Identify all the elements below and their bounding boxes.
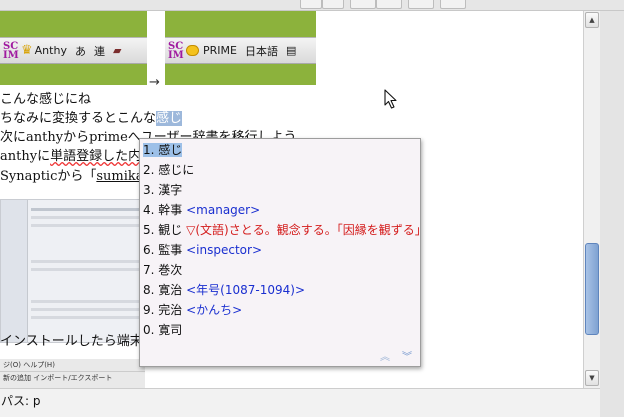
preedit-highlight: 感じ: [156, 111, 183, 126]
line-text: anthyに: [0, 149, 51, 164]
candidate-number: 3.: [143, 183, 155, 197]
candidate-word: 漢字: [158, 183, 183, 197]
candidate-annotation: ▽(文語)さとる。観念する。「因縁を観ずる」: [186, 223, 427, 237]
candidate-number: 9.: [143, 303, 155, 317]
line-text: Synapticから「: [0, 169, 97, 184]
input-method-label: PRIME: [203, 44, 237, 57]
prime-panel-screenshot: SC IM PRIME 日本語 ▤: [165, 11, 316, 85]
candidate-number: 2.: [143, 163, 155, 177]
candidate-word: 感じ: [158, 143, 183, 157]
candidate-item[interactable]: 9. 完治 <かんち>: [143, 301, 242, 320]
anthy-panel-screenshot: SC IM ♛ Anthy あ 連 ▰: [0, 11, 147, 85]
candidate-word: 寛司: [158, 323, 183, 337]
arrow-label: →: [149, 75, 160, 90]
line-text: こんな感じにね: [0, 92, 92, 107]
prev-page-icon[interactable]: ︽: [380, 348, 390, 363]
candidate-selected: 1. 感じ: [143, 143, 183, 157]
scim-logo-icon: SC IM: [3, 40, 19, 61]
scroll-down-icon[interactable]: ▼: [585, 370, 599, 386]
prime-icon: [186, 45, 199, 56]
underlined-text: sumika: [96, 169, 144, 184]
line-text: ちなみに変換するとこんな: [0, 111, 157, 126]
synaptic-screenshot-thumbnail: [0, 199, 145, 343]
candidate-number: 6.: [143, 243, 155, 257]
mouse-pointer-icon: [384, 89, 397, 109]
toolbar-button[interactable]: [376, 0, 402, 9]
vertical-scrollbar[interactable]: ▲ ▼: [583, 11, 600, 388]
candidate-number: 7.: [143, 263, 155, 277]
candidate-number: 5.: [143, 223, 155, 237]
candidate-word: 観じ: [158, 223, 183, 237]
input-method-label: Anthy: [34, 44, 67, 57]
scim-panel-anthy: SC IM ♛ Anthy あ 連 ▰: [0, 37, 147, 64]
candidate-annotation: <inspector>: [186, 243, 263, 257]
candidate-item[interactable]: 3. 漢字: [143, 181, 182, 200]
thumb-row: [31, 260, 140, 263]
candidate-item[interactable]: 8. 寛治 <年号(1087-1094)>: [143, 281, 305, 300]
toolbar-button[interactable]: [300, 0, 322, 9]
candidate-item[interactable]: 7. 巻次: [143, 261, 182, 280]
toolbar-button[interactable]: [350, 0, 376, 9]
text-line: ちなみに変換するとこんな感じ: [0, 110, 183, 128]
candidate-item[interactable]: 0. 寛司: [143, 321, 182, 340]
dictionary-icon: ▤: [285, 44, 297, 57]
candidate-annotation: <manager>: [186, 203, 261, 217]
candidate-item[interactable]: 2. 感じに: [143, 161, 194, 180]
candidate-word: 幹事: [158, 203, 183, 217]
ime-candidate-window: 1. 感じ 2. 感じに 3. 漢字 4. 幹事 <manager> 5. 観じ…: [139, 138, 427, 367]
candidate-word: 寛治: [158, 283, 183, 297]
candidate-item[interactable]: 4. 幹事 <manager>: [143, 201, 260, 220]
synaptic-menu-thumbnail: ジ(O) ヘルプ(H) 新の追加 インポート/エクスポート: [0, 359, 145, 388]
toolbar-button[interactable]: [322, 0, 344, 9]
input-mode-label: あ: [74, 44, 86, 58]
toolbar-button[interactable]: [408, 0, 434, 9]
thumb-row: [31, 216, 140, 219]
scroll-up-icon[interactable]: ▲: [585, 12, 599, 28]
thumb-row: [31, 316, 140, 319]
candidate-annotation: <年号(1087-1094)>: [186, 283, 306, 297]
candidate-word: 感じに: [158, 163, 195, 177]
candidate-number: 4.: [143, 203, 155, 217]
scim-panel-prime: SC IM PRIME 日本語 ▤: [165, 37, 316, 64]
candidate-word: 巻次: [158, 263, 183, 277]
toolbar-button[interactable]: [440, 0, 466, 9]
candidate-number: 8.: [143, 283, 155, 297]
thumb-sidebar: [1, 200, 28, 342]
dictionary-icon: ▰: [112, 44, 122, 57]
window-edge: [600, 11, 624, 417]
crown-icon: ♛: [21, 43, 33, 58]
candidate-number: 0.: [143, 323, 155, 337]
language-label: 日本語: [244, 44, 278, 58]
scim-logo-icon: SC IM: [168, 40, 184, 61]
text-line: こんな感じにね: [0, 91, 91, 109]
candidate-word: 監事: [158, 243, 183, 257]
path-label: パス: p: [1, 394, 41, 408]
thumb-row: [31, 224, 140, 227]
candidate-item[interactable]: 6. 監事 <inspector>: [143, 241, 262, 260]
status-bar: [0, 388, 600, 417]
thumb-menubar: ジ(O) ヘルプ(H): [0, 359, 145, 372]
candidate-item[interactable]: 5. 観じ ▽(文語)さとる。観念する。「因縁を観ずる」: [143, 221, 427, 240]
thumb-row: [31, 268, 140, 271]
next-page-icon[interactable]: ︾: [402, 348, 412, 363]
candidate-item[interactable]: 1. 感じ: [143, 141, 183, 160]
thumb-tabs: 新の追加 インポート/エクスポート: [3, 374, 113, 382]
candidate-word: 完治: [158, 303, 183, 317]
scrollbar-thumb[interactable]: [585, 243, 599, 335]
thumb-row: [31, 300, 140, 303]
conversion-mode-label: 連: [93, 44, 105, 58]
thumb-row: [31, 308, 140, 311]
candidate-annotation: <かんち>: [186, 303, 243, 317]
candidate-number: 1.: [143, 143, 155, 157]
thumb-row: [31, 208, 140, 211]
top-toolbar-strip: [0, 0, 624, 11]
